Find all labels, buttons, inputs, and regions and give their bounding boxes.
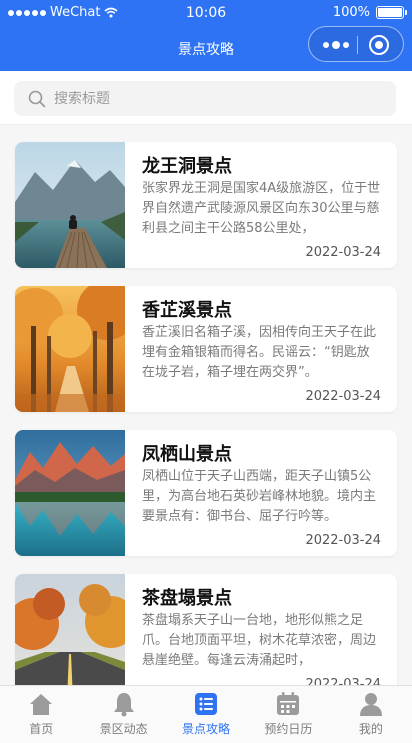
calendar-icon [277,692,300,715]
tab-spot-guide[interactable]: 景点攻略 [165,686,247,743]
spot-name: 茶盘塌景点 [142,588,232,609]
search-bar-container [0,71,412,125]
tab-label: 景点攻略 [182,722,231,736]
search-icon [28,90,46,107]
tab-scenic-news[interactable]: 景区动态 [82,686,164,743]
spot-date: 2022-03-24 [305,389,381,404]
spot-description: 张家界龙王洞是国家4A级旅游区，位于世界自然遗产武陵源风景区向东30公里与慈利县… [142,181,381,236]
spot-name: 龙王洞景点 [142,156,232,177]
status-bar: WeChat 10:06 100% [0,0,412,26]
battery-percent: 100% [332,5,370,20]
battery-group: 100% [332,5,407,20]
battery-icon [376,6,407,19]
list-icon [195,693,218,715]
spot-thumbnail [15,142,125,268]
spot-thumbnail [15,286,125,412]
spot-description: 凤栖山位于天子山西端，距天子山镇5公里，为高台地石英砂岩峰林地貌。境内主要景点有… [142,469,377,524]
tab-label: 预约日历 [264,722,313,736]
spot-card[interactable]: 香芷溪景点 香芷溪旧名箱子溪，因相传向王天子在此埋有金箱银箱而得名。民谣云：“钥… [15,286,397,412]
tab-label: 首页 [29,722,54,736]
spot-thumbnail [15,430,125,556]
home-icon [30,694,53,715]
tab-home[interactable]: 首页 [0,686,82,743]
spot-description: 茶盘塌系天子山一台地，地形似熊之足爪。台地顶面平坦，树木花草浓密，周边悬崖绝壁。… [142,613,377,668]
spot-thumbnail [15,574,125,685]
search-input[interactable] [54,90,374,107]
tab-label: 我的 [358,722,383,736]
spot-date: 2022-03-24 [305,245,381,260]
spot-card[interactable]: 龙王洞景点 张家界龙王洞是国家4A级旅游区，位于世界自然遗产武陵源风景区向东30… [15,142,397,268]
tab-mine[interactable]: 我的 [330,686,412,743]
navigation-bar: 景点攻略 [0,26,412,71]
user-icon [359,693,382,716]
more-button[interactable] [323,41,349,49]
search-box[interactable] [14,81,396,116]
spot-list: 龙王洞景点 张家界龙王洞是国家4A级旅游区，位于世界自然遗产武陵源风景区向东30… [0,125,412,685]
spot-date: 2022-03-24 [305,533,381,548]
spot-name: 香芷溪景点 [142,300,232,321]
spot-card[interactable]: 凤栖山景点 凤栖山位于天子山西端，距天子山镇5公里，为高台地石英砂岩峰林地貌。境… [15,430,397,556]
miniprogram-capsule [308,26,404,62]
spot-card[interactable]: 茶盘塌景点 茶盘塌系天子山一台地，地形似熊之足爪。台地顶面平坦，树木花草浓密，周… [15,574,397,685]
capsule-divider [357,36,358,54]
spot-date: 2022-03-24 [305,677,381,685]
spot-name: 凤栖山景点 [142,444,232,465]
tab-booking-calendar[interactable]: 预约日历 [247,686,329,743]
close-miniprogram-button[interactable] [369,35,389,55]
tab-label: 景区动态 [99,722,148,736]
tab-bar: 首页 景区动态 景点攻略 预约日历 我的 [0,685,412,743]
spot-description: 香芷溪旧名箱子溪，因相传向王天子在此埋有金箱银箱而得名。民谣云：“钥匙放在垅子岩… [142,325,377,380]
bell-icon [113,693,134,717]
